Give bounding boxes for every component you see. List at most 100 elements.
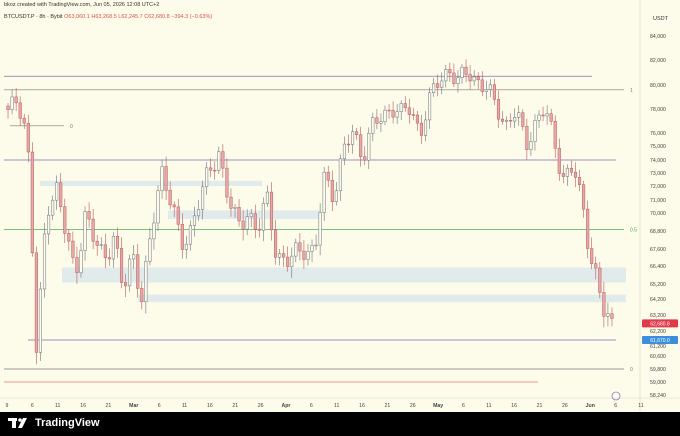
candle-body	[298, 242, 302, 252]
candle-body	[387, 109, 391, 112]
footer-bar: TradingView	[0, 412, 680, 436]
candle-body	[440, 80, 444, 88]
candle-body	[201, 186, 205, 210]
attribution-text: bkoz created with TradingView.com, Jun 0…	[4, 2, 160, 8]
candle-body	[330, 180, 334, 203]
candle-body	[355, 131, 359, 136]
candle-body	[610, 313, 614, 319]
candle-body	[496, 99, 501, 120]
candle-body	[586, 208, 590, 249]
candle-body	[334, 190, 338, 203]
x-tick-label: 26	[258, 403, 264, 409]
candle-body	[537, 114, 541, 121]
candle-body	[152, 222, 156, 240]
currency-label: USDT	[653, 16, 669, 22]
x-tick-label: Apr	[281, 403, 290, 409]
ohlc-legend: BTCUSDT.P · 8h · Bybit O63,060.1 H63,268…	[4, 14, 212, 20]
candle-body	[549, 113, 553, 122]
x-tick-label: 11	[55, 403, 60, 409]
y-tick-label: 63,200	[650, 313, 666, 319]
price-chart[interactable]: USDT 84,000 82,000 80,000 78,000 76,000 75,000…	[0, 0, 680, 412]
y-tick-label: 68,800	[650, 229, 666, 235]
y-tick-label: 59,000	[650, 380, 666, 386]
candle-body	[51, 199, 55, 216]
candle-body	[26, 122, 30, 153]
tradingview-logo[interactable]: TradingView	[8, 417, 100, 429]
x-tick-label: 21	[385, 403, 391, 409]
candle-body	[590, 248, 594, 264]
candle-body	[338, 158, 342, 192]
y-tick-label: 66,400	[650, 264, 666, 270]
candle-body	[500, 118, 505, 122]
candle-body	[91, 218, 95, 242]
high-value: H63,268.5	[91, 14, 117, 20]
x-tick-label: 6	[31, 403, 34, 409]
candle-body	[124, 282, 128, 287]
y-tick-label: 70,000	[650, 211, 666, 217]
candle-body	[180, 224, 184, 250]
candle-body	[59, 182, 63, 207]
candle-body	[342, 143, 347, 160]
candle-body	[168, 189, 172, 206]
candle-body	[278, 253, 282, 258]
candle-body	[14, 96, 18, 104]
candle-body	[379, 121, 383, 124]
candle-body	[286, 256, 290, 267]
support-zone	[138, 294, 626, 303]
alert-icon	[611, 391, 621, 401]
y-tick-label: 82,000	[650, 58, 666, 64]
candle-body	[213, 169, 217, 172]
candle-body	[217, 151, 221, 171]
support-zone	[40, 180, 262, 186]
y-tick-label: 73,000	[650, 171, 666, 177]
candle-body	[322, 171, 326, 213]
y-tick-label: 78,000	[650, 107, 666, 113]
candle-body	[55, 182, 59, 201]
candle-body	[148, 238, 152, 262]
candle-body	[196, 209, 201, 217]
candle-body	[47, 214, 51, 235]
low-value: L62,245.7	[118, 14, 143, 20]
candle-body	[261, 203, 265, 231]
candle-body	[403, 103, 407, 109]
candle-body	[103, 244, 107, 258]
chart-area[interactable]: USDT 84,000 82,000 80,000 78,000 76,000 75,000…	[0, 0, 680, 412]
last-price-label: 62,680.8	[650, 321, 670, 327]
candle-body	[160, 166, 164, 192]
candle-body	[557, 147, 561, 174]
candle-body	[79, 250, 83, 274]
fib-level-label: 0.5	[630, 228, 637, 234]
candle-body	[582, 184, 586, 210]
y-tick-label: 62,200	[650, 329, 666, 335]
x-tick-label: 21	[537, 403, 543, 409]
candle-body	[545, 113, 549, 117]
candle-body	[233, 206, 237, 209]
candle-body	[71, 240, 75, 258]
candle-body	[573, 171, 578, 178]
candle-body	[225, 167, 229, 198]
candle-body	[488, 84, 492, 90]
candle-body	[423, 119, 428, 136]
x-tick-label: 11	[486, 403, 491, 409]
change-value: −394.3 (−0.63%)	[171, 14, 213, 20]
candle-body	[468, 74, 472, 82]
candle-body	[67, 233, 71, 242]
candle-body	[395, 111, 399, 118]
symbol-label[interactable]: BTCUSDT.P · 8h · Bybit	[4, 14, 63, 20]
candle-body	[111, 236, 115, 260]
candle-body	[525, 126, 529, 150]
x-tick-label: 6	[462, 403, 465, 409]
candle-body	[569, 167, 573, 173]
candle-body	[521, 112, 525, 127]
candle-body	[184, 243, 188, 250]
candle-body	[594, 263, 598, 269]
close-value: C62,680.8	[144, 14, 170, 20]
candle-body	[87, 211, 91, 220]
open-value: O63,060.1	[64, 14, 90, 20]
y-tick-label: 76,000	[650, 131, 666, 137]
x-tick-label: 16	[207, 403, 213, 409]
x-tick-label: 6	[614, 403, 617, 409]
candle-body	[448, 69, 452, 74]
candle-body	[42, 233, 47, 290]
candle-body	[257, 228, 261, 231]
